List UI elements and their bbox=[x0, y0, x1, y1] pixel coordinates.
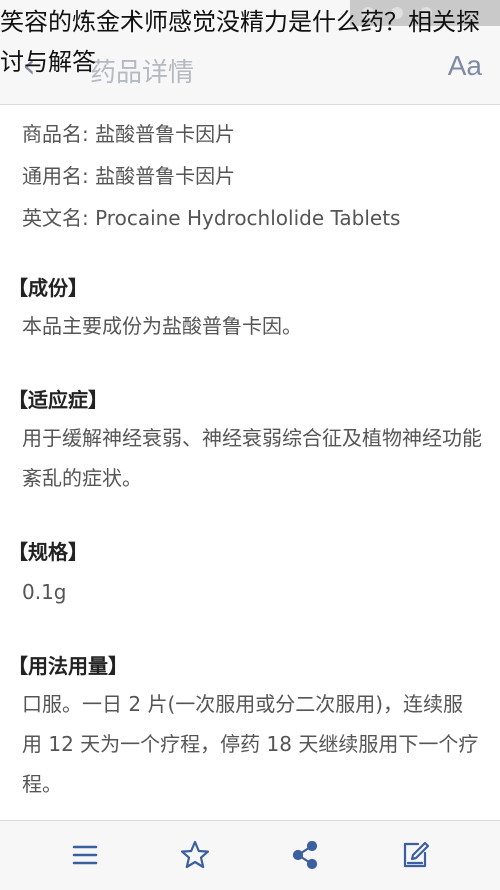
favorite-button[interactable] bbox=[170, 833, 220, 877]
menu-button[interactable] bbox=[60, 833, 110, 877]
bottom-toolbar bbox=[0, 820, 500, 890]
dosage-text: 口服。一日 2 片(一次服用或分二次服用)，连续服用 12 天为一个疗程，停药 … bbox=[22, 692, 479, 796]
indications-text: 用于缓解神经衰弱、神经衰弱综合征及植物神经功能紊乱的症状。 bbox=[22, 426, 482, 490]
specification-text: 0.1g bbox=[22, 580, 67, 604]
note-button[interactable] bbox=[390, 833, 440, 877]
indications-heading: 【适应症】 bbox=[8, 388, 108, 412]
star-icon bbox=[180, 840, 210, 869]
specification-heading: 【规格】 bbox=[8, 540, 88, 564]
menu-icon bbox=[72, 845, 98, 865]
english-name: 英文名: Procaine Hydrochlolide Tablets bbox=[22, 206, 401, 230]
edit-icon bbox=[403, 841, 430, 868]
overlay-caption: 笑容的炼金术师感觉没精力是什么药？相关探讨与解答 bbox=[0, 8, 480, 76]
composition-heading: 【成份】 bbox=[8, 276, 88, 300]
share-button[interactable] bbox=[280, 833, 330, 877]
trade-name: 商品名: 盐酸普鲁卡因片 bbox=[22, 122, 236, 146]
dosage-heading: 【用法用量】 bbox=[8, 654, 128, 678]
generic-name: 通用名: 盐酸普鲁卡因片 bbox=[22, 164, 236, 188]
share-icon bbox=[292, 840, 318, 870]
composition-text: 本品主要成份为盐酸普鲁卡因。 bbox=[22, 314, 302, 338]
